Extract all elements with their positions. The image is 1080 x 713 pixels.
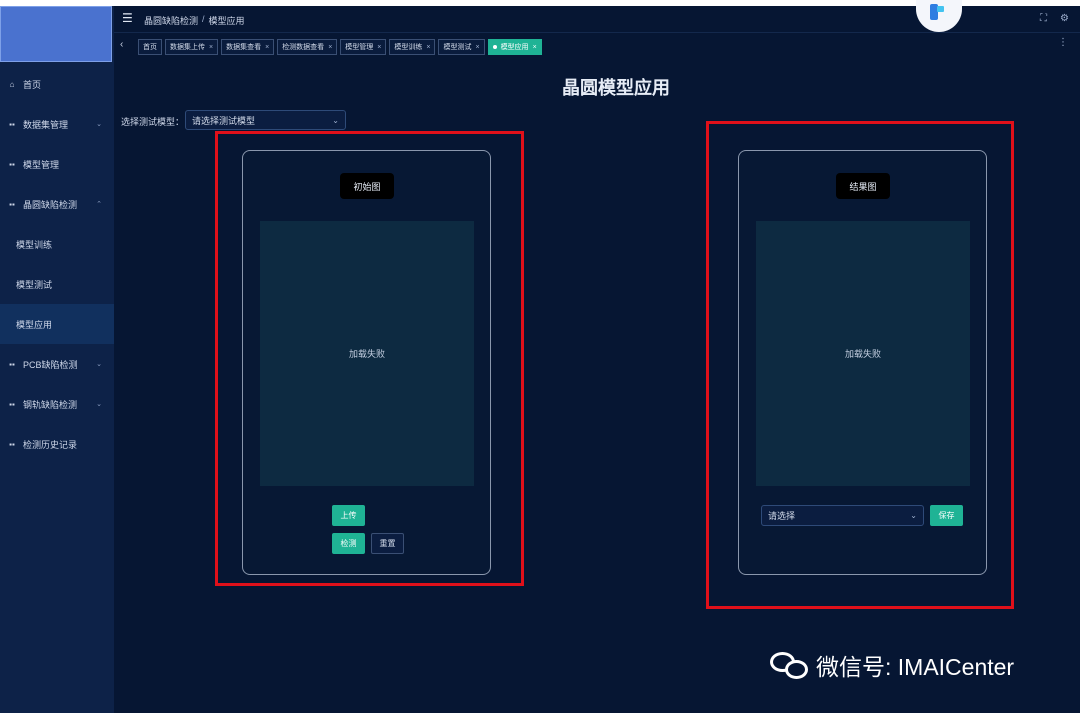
sidebar-item-wafer-defect-detection[interactable]: ▪▪ 晶圆缺陷检测 ⌃ <box>0 184 114 224</box>
page-title: 晶圆模型应用 <box>562 78 670 98</box>
wechat-icon <box>770 650 810 680</box>
sidebar-item-label: 模型应用 <box>16 319 53 330</box>
sidebar-item-label: 模型管理 <box>23 159 60 170</box>
breadcrumb-item[interactable]: 晶圆缺陷检测 <box>144 14 198 27</box>
close-icon[interactable]: × <box>209 44 213 51</box>
tab-label: 检测数据查看 <box>282 44 325 51</box>
tab-label: 模型管理 <box>345 44 374 51</box>
tab-label: 模型训练 <box>394 44 423 51</box>
breadcrumb: 晶圆缺陷检测 / 模型应用 <box>144 14 245 27</box>
fullscreen-icon[interactable]: ⛶ <box>1040 13 1047 24</box>
tab-home[interactable]: 首页 <box>138 39 162 55</box>
tab-label: 模型测试 <box>443 44 472 51</box>
tab-label: 数据集上传 <box>170 44 205 51</box>
watermark-text: 微信号: IMAICenter <box>816 654 1015 680</box>
sidebar-item-model-management[interactable]: ▪▪ 模型管理 <box>0 144 114 184</box>
tab-model-management[interactable]: 模型管理 × <box>340 39 387 55</box>
chevron-left-icon[interactable]: ‹ <box>120 39 123 50</box>
sidebar-item-detection-history[interactable]: ▪▪ 检测历史记录 <box>0 424 114 464</box>
sidebar-item-label: 模型测试 <box>16 279 53 290</box>
grid-icon: ▪▪ <box>9 159 15 169</box>
tab-dataset-upload[interactable]: 数据集上传 × <box>165 39 219 55</box>
grid-icon: ▪▪ <box>9 359 15 369</box>
tab-model-application[interactable]: 模型应用 × <box>487 39 542 55</box>
breadcrumb-item: 模型应用 <box>208 16 245 26</box>
chevron-down-icon: ⌄ <box>96 361 102 368</box>
sidebar-item-label: PCB缺陷检测 <box>23 359 78 370</box>
sidebar-item-model-application[interactable]: 模型应用 <box>0 304 114 344</box>
sidebar-item-home[interactable]: ⌂ 首页 <box>0 64 114 104</box>
close-icon[interactable]: × <box>475 44 479 51</box>
tabs-bar: ‹ 首页 数据集上传 × 数据集查看 × 检测数据查看 × 模型管理 × 模型训练 × 模… <box>114 32 1080 58</box>
close-icon[interactable]: × <box>377 44 381 51</box>
tab-model-testing[interactable]: 模型测试 × <box>438 39 485 55</box>
sidebar-item-label: 晶圆缺陷检测 <box>23 199 78 210</box>
grid-icon: ▪▪ <box>9 199 15 209</box>
chevron-up-icon: ⌃ <box>96 201 102 208</box>
sidebar-item-model-testing[interactable]: 模型测试 <box>0 264 114 304</box>
model-select-label: 选择测试模型： <box>121 117 185 127</box>
model-select[interactable]: 请选择测试模型 ⌄ <box>185 110 346 130</box>
tab-label: 首页 <box>143 44 157 51</box>
chevron-down-icon: ⌄ <box>96 121 102 128</box>
close-icon[interactable]: × <box>328 44 332 51</box>
watermark: 微信号: IMAICenter <box>770 648 1014 682</box>
chevron-down-icon: ⌄ <box>96 401 102 408</box>
grid-icon: ▪▪ <box>9 119 15 129</box>
tabs-menu-icon[interactable]: ⋮ <box>1058 37 1068 48</box>
sidebar-item-label: 检测历史记录 <box>23 439 78 450</box>
breadcrumb-separator: / <box>202 14 205 24</box>
tab-label: 数据集查看 <box>226 44 262 51</box>
tab-detection-data-view[interactable]: 检测数据查看 × <box>277 39 338 55</box>
close-icon[interactable]: × <box>426 44 430 51</box>
sidebar-item-label: 模型训练 <box>16 239 53 250</box>
sidebar-item-model-training[interactable]: 模型训练 <box>0 224 114 264</box>
grid-icon: ▪▪ <box>9 439 15 449</box>
home-icon: ⌂ <box>9 79 15 89</box>
menu-toggle-icon[interactable]: ☰ <box>122 11 133 25</box>
highlight-frame-right <box>706 121 1014 609</box>
tab-dataset-view[interactable]: 数据集查看 × <box>221 39 275 55</box>
settings-icon[interactable]: ⚙ <box>1060 13 1069 24</box>
logo-area <box>0 6 112 62</box>
sidebar-menu: ⌂ 首页 ▪▪ 数据集管理 ⌄ ▪▪ 模型管理 ▪▪ 晶圆缺陷检测 ⌃ 模型训练… <box>0 64 114 464</box>
sidebar-item-label: 钢轨缺陷检测 <box>23 399 78 410</box>
sidebar-item-label: 数据集管理 <box>23 119 69 130</box>
grid-icon: ▪▪ <box>9 399 15 409</box>
tab-model-training[interactable]: 模型训练 × <box>389 39 436 55</box>
highlight-frame-left <box>215 131 524 586</box>
active-dot-icon <box>492 45 497 49</box>
close-icon[interactable]: × <box>533 44 537 51</box>
sidebar-item-dataset-management[interactable]: ▪▪ 数据集管理 ⌄ <box>0 104 114 144</box>
close-icon[interactable]: × <box>265 44 269 51</box>
tabs-list: 首页 数据集上传 × 数据集查看 × 检测数据查看 × 模型管理 × 模型训练 × 模型测… <box>138 39 542 55</box>
sidebar: ⌂ 首页 ▪▪ 数据集管理 ⌄ ▪▪ 模型管理 ▪▪ 晶圆缺陷检测 ⌃ 模型训练… <box>0 6 114 713</box>
sidebar-item-pcb-defect-detection[interactable]: ▪▪ PCB缺陷检测 ⌄ <box>0 344 114 384</box>
sidebar-item-label: 首页 <box>23 79 42 90</box>
model-select-placeholder: 请选择测试模型 <box>192 115 256 126</box>
tab-label: 模型应用 <box>500 44 529 51</box>
chevron-down-icon: ⌄ <box>332 115 339 125</box>
sidebar-item-rail-defect-detection[interactable]: ▪▪ 钢轨缺陷检测 ⌄ <box>0 384 114 424</box>
